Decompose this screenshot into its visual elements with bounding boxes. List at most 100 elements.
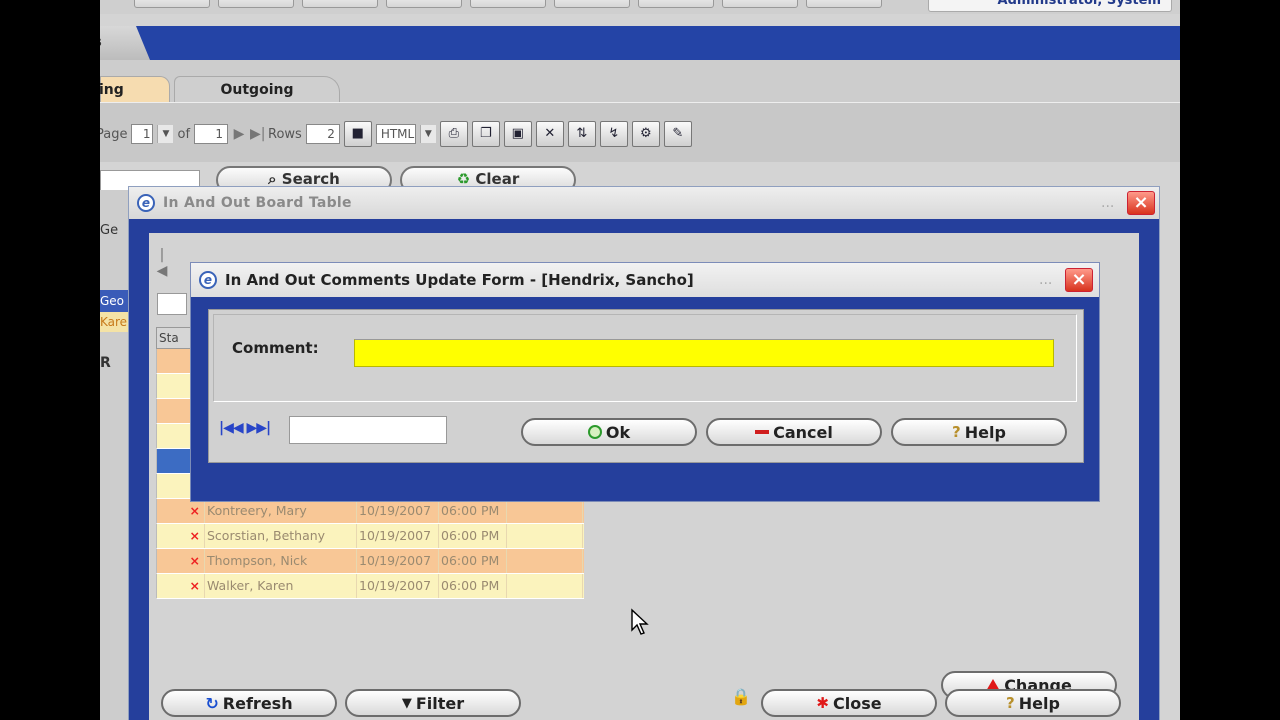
wand-icon[interactable]: ✎ <box>663 121 692 147</box>
browser-icon: e <box>199 271 217 289</box>
filter-icon: ▼ <box>401 695 412 711</box>
window-icon[interactable]: ▣ <box>503 121 532 147</box>
status-icon: × <box>157 549 205 573</box>
dialog-title: In And Out Comments Update Form - [Hendr… <box>225 271 694 289</box>
ok-icon <box>587 425 602 439</box>
help-icon: ? <box>1006 694 1015 712</box>
menu-button[interactable] <box>470 0 546 8</box>
tab-strip: ing Outgoing <box>100 60 1180 102</box>
menu-button[interactable] <box>134 0 210 8</box>
of-label: of <box>177 126 191 142</box>
comment-cell <box>507 524 583 548</box>
comment-label: Comment: <box>232 339 319 357</box>
table-row[interactable]: × Kontreery, Mary 10/19/2007 06:00 PM <box>156 499 584 524</box>
page-label: Page <box>100 126 128 142</box>
name-cell: Kontreery, Mary <box>205 499 357 523</box>
menu-button[interactable] <box>302 0 378 8</box>
name-cell: Scorstian, Bethany <box>205 524 357 548</box>
board-bottom-bar: ↻ Refresh ▼ Filter 🔒 ✱ Close ? Help <box>129 681 1159 720</box>
menu-button[interactable] <box>386 0 462 8</box>
record-field[interactable] <box>289 416 447 444</box>
menu-button[interactable] <box>638 0 714 8</box>
name-cell: Walker, Karen <box>205 574 357 598</box>
name-cell: Thompson, Nick <box>205 549 357 573</box>
close-icon[interactable]: × <box>1065 268 1093 292</box>
board-help-button[interactable]: ? Help <box>945 689 1121 717</box>
help-icon: ? <box>952 423 961 441</box>
minus-icon <box>755 430 770 434</box>
time-cell: 06:00 PM <box>439 524 507 548</box>
tab-incoming[interactable]: ing <box>100 76 170 102</box>
close-label: Close <box>832 693 882 713</box>
rows-field[interactable]: 2 <box>305 124 340 144</box>
close-icon[interactable]: × <box>1127 191 1155 215</box>
left-fragment[interactable]: R <box>100 352 128 374</box>
ok-label: Ok <box>605 422 631 442</box>
pager: Page 1 ▼ of 1 ▶ ▶| Rows 2 ■ HTML ▼ ⎙ ❐ ▣… <box>100 121 692 147</box>
help-label: Help <box>1018 693 1060 713</box>
left-fragment[interactable]: Kare <box>100 312 128 332</box>
refresh-icon: ↻ <box>205 693 219 713</box>
next-page-icon[interactable]: ▶ <box>232 126 246 142</box>
module-header: s <box>100 26 1180 60</box>
comment-cell <box>507 549 583 573</box>
comments-dialog: e In And Out Comments Update Form - [Hen… <box>190 262 1100 502</box>
table-row[interactable]: × Thompson, Nick 10/19/2007 06:00 PM <box>156 549 584 574</box>
browser-icon: e <box>137 194 155 212</box>
more-icon: ... <box>1101 195 1115 211</box>
chevron-down-icon[interactable]: ▼ <box>157 125 174 143</box>
format-select[interactable]: HTML <box>375 124 416 144</box>
help-label: Help <box>964 422 1006 442</box>
comment-cell <box>507 499 583 523</box>
help-button[interactable]: ? Help <box>891 418 1067 446</box>
dialog-titlebar: e In And Out Comments Update Form - [Hen… <box>191 263 1099 297</box>
date-cell: 10/19/2007 <box>357 499 439 523</box>
menu-button[interactable] <box>806 0 882 8</box>
date-cell: 10/19/2007 <box>357 524 439 548</box>
date-cell: 10/19/2007 <box>357 574 439 598</box>
first-page-icon[interactable]: |◀ <box>155 247 169 279</box>
dialog-body: Comment: |◀◀ ▶▶| Ok Cancel ? Help <box>208 309 1084 463</box>
date-cell: 10/19/2007 <box>357 549 439 573</box>
board-search-input[interactable] <box>157 293 187 315</box>
table-row[interactable]: × Scorstian, Bethany 10/19/2007 06:00 PM <box>156 524 584 549</box>
copy-icon[interactable]: ❐ <box>471 121 500 147</box>
menu-button[interactable] <box>722 0 798 8</box>
menu-button[interactable] <box>218 0 294 8</box>
remove-filter-icon[interactable]: ✕ <box>535 121 564 147</box>
ok-button[interactable]: Ok <box>521 418 697 446</box>
app-window: Administrator, System s ing Outgoing Pag… <box>100 0 1180 720</box>
current-user: Administrator, System <box>928 0 1172 12</box>
print-icon[interactable]: ⎙ <box>439 121 468 147</box>
status-icon: × <box>157 574 205 598</box>
save-icon[interactable]: ■ <box>343 121 372 147</box>
page-select[interactable]: 1 <box>131 124 154 144</box>
tab-outgoing[interactable]: Outgoing <box>174 76 340 102</box>
more-icon: ... <box>1039 272 1053 288</box>
last-page-icon[interactable]: ▶| <box>250 126 265 142</box>
record-navigation-icon[interactable]: |◀◀ ▶▶| <box>219 420 271 436</box>
sort-icon[interactable]: ⇅ <box>567 121 596 147</box>
refresh-button[interactable]: ↻ Refresh <box>161 689 337 717</box>
clear-sort-icon[interactable]: ↯ <box>599 121 628 147</box>
menu-button[interactable] <box>554 0 630 8</box>
time-cell: 06:00 PM <box>439 549 507 573</box>
comment-input[interactable] <box>354 339 1054 367</box>
comment-cell <box>507 574 583 598</box>
chevron-down-icon[interactable]: ▼ <box>419 125 436 143</box>
main-toolbar: Page 1 ▼ of 1 ▶ ▶| Rows 2 ■ HTML ▼ ⎙ ❐ ▣… <box>100 102 1180 162</box>
filter-label: Filter <box>415 693 465 713</box>
page-count-field: 1 <box>194 124 229 144</box>
close-button[interactable]: ✱ Close <box>761 689 937 717</box>
board-titlebar: e In And Out Board Table ... × <box>129 187 1159 219</box>
cancel-button[interactable]: Cancel <box>706 418 882 446</box>
left-fragment: Ge <box>100 223 119 238</box>
mouse-cursor-icon <box>631 608 649 635</box>
filter-button[interactable]: ▼ Filter <box>345 689 521 717</box>
left-panel: Ge Geo Kare R <box>100 190 130 720</box>
close-star-icon: ✱ <box>816 694 829 712</box>
lock-icon: 🔒 <box>731 687 751 706</box>
table-row[interactable]: × Walker, Karen 10/19/2007 06:00 PM <box>156 574 584 599</box>
settings-icon[interactable]: ⚙ <box>631 121 660 147</box>
left-fragment[interactable]: Geo <box>100 290 128 312</box>
